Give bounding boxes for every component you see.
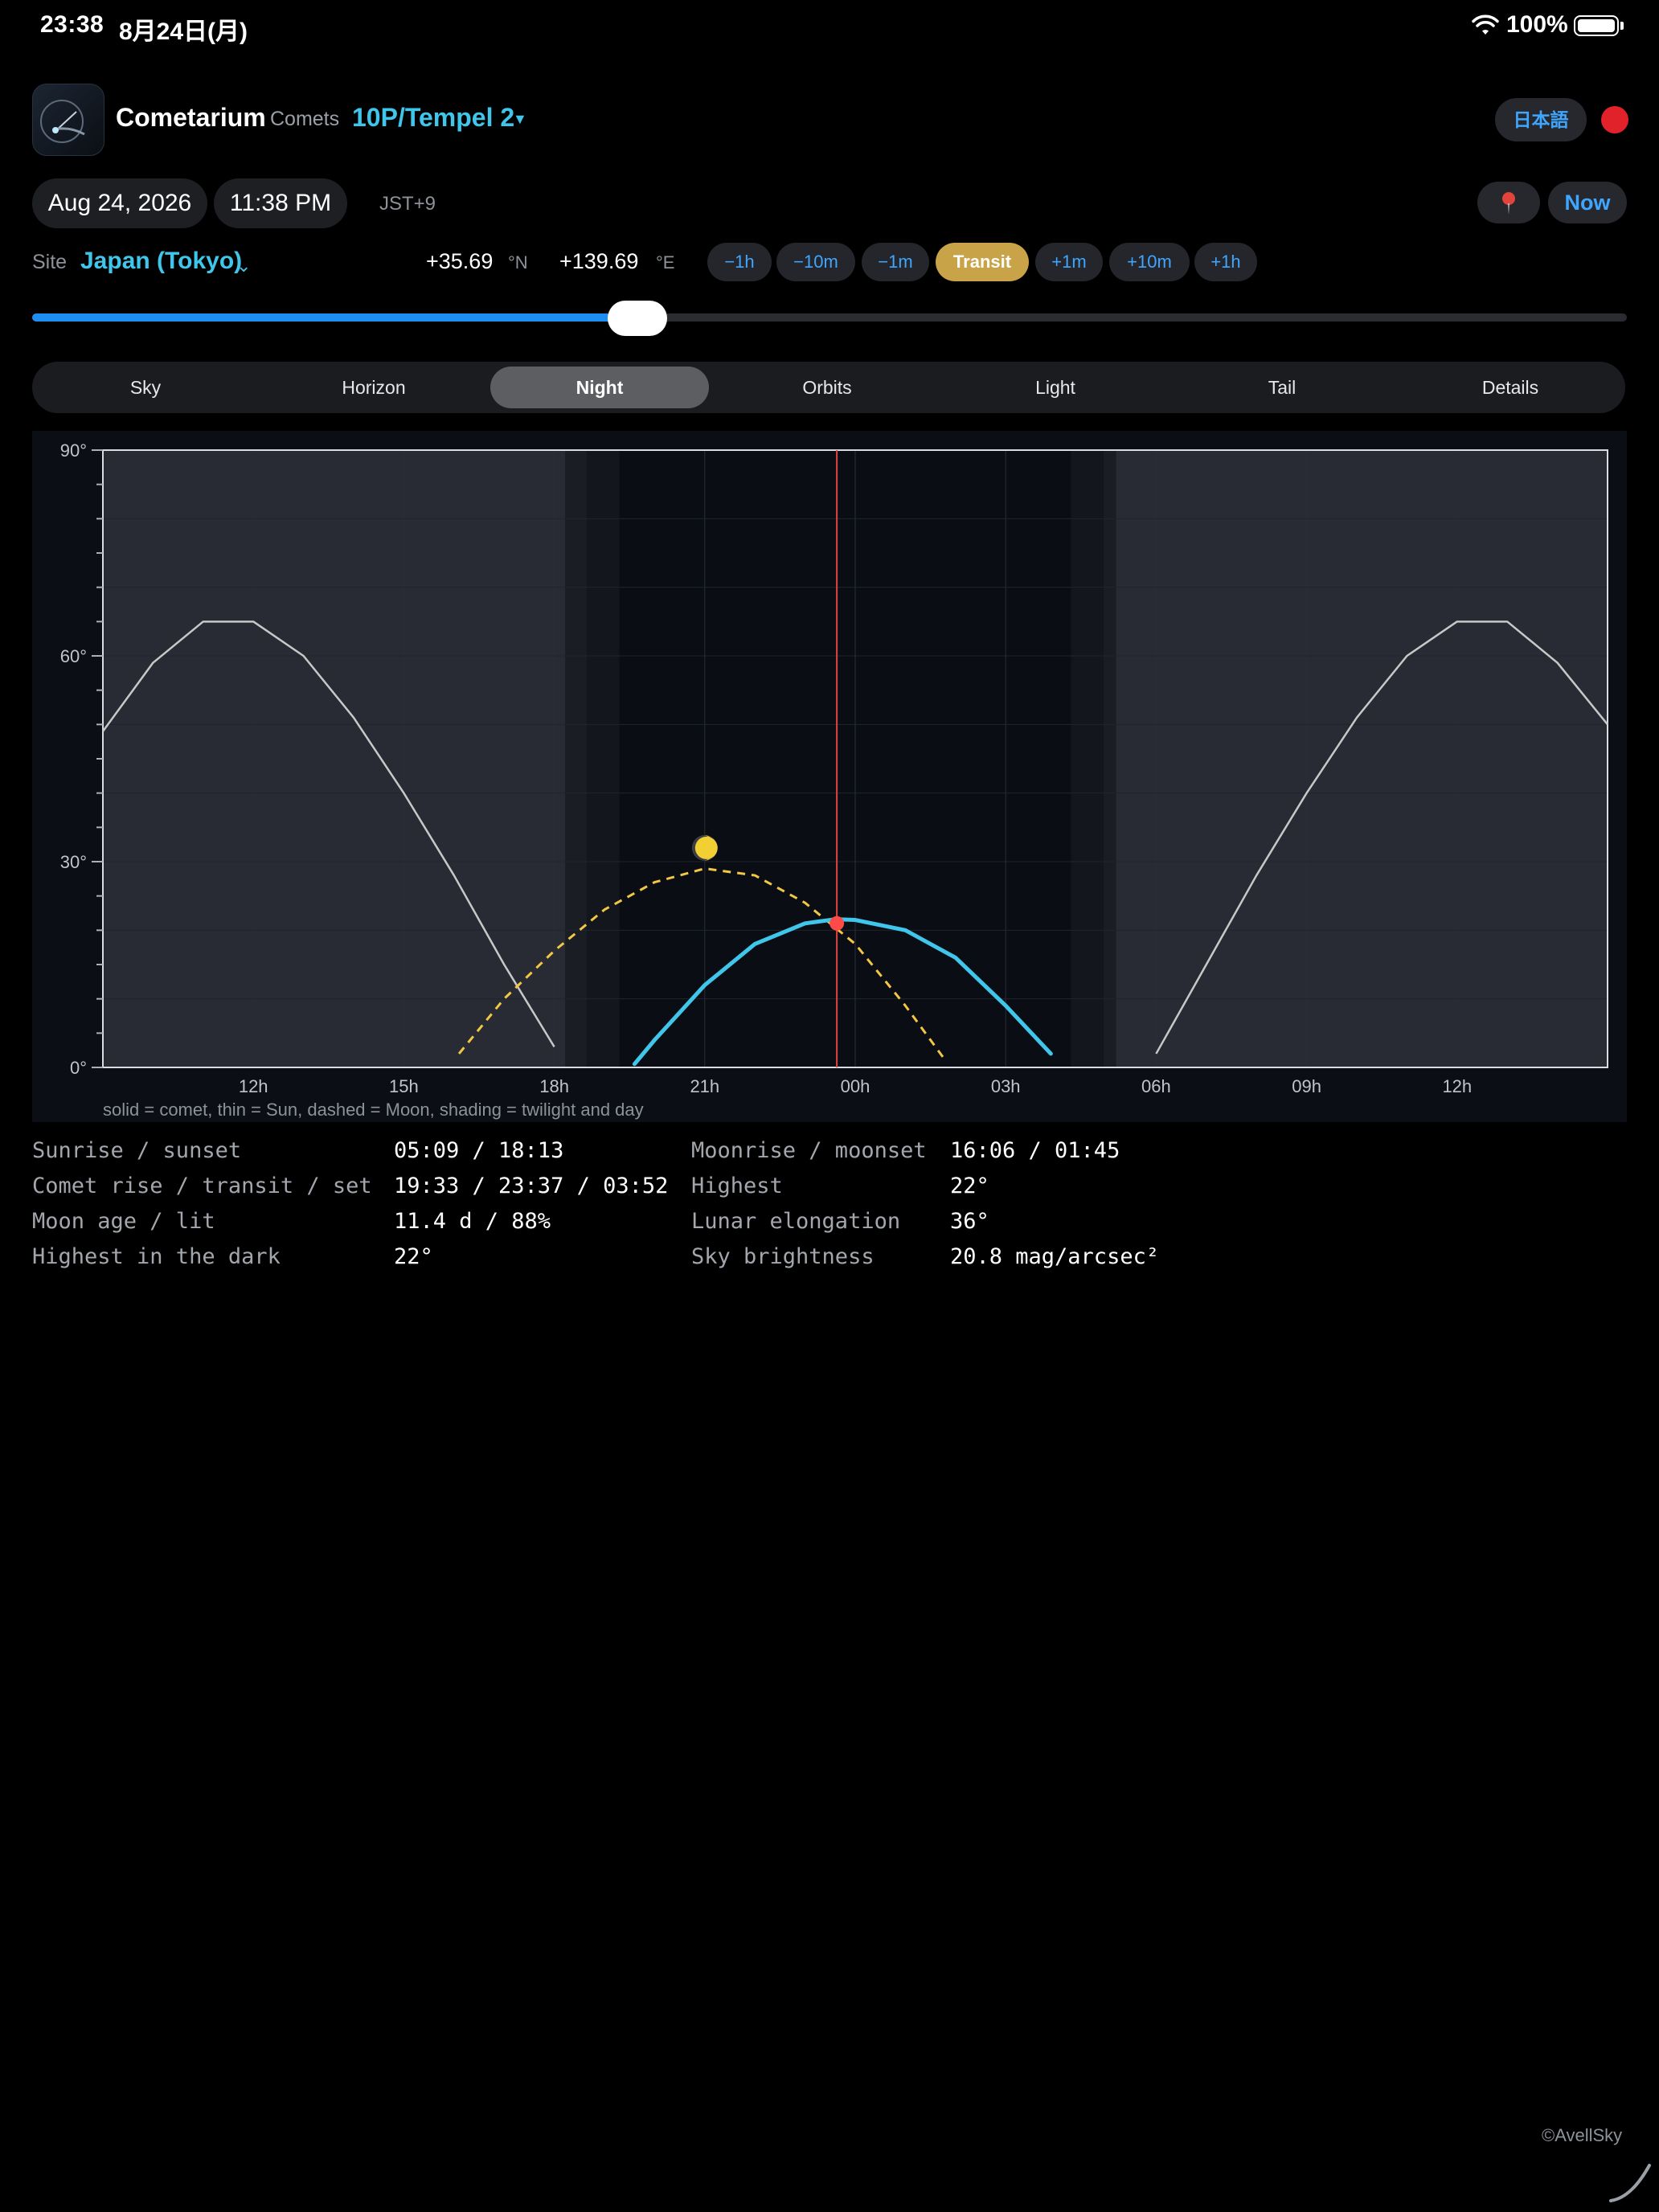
day-shade [103, 450, 566, 1067]
y-tick-label: 30° [60, 852, 87, 872]
nautical-twilight-shade [587, 450, 620, 1067]
highest-dark-value: 22° [394, 1244, 433, 1269]
x-tick-label: 06h [1141, 1076, 1171, 1096]
civil-twilight-shade [565, 450, 588, 1067]
moonrise-moonset-label: Moonrise / moonset [691, 1138, 927, 1163]
day-shade [1116, 450, 1608, 1067]
x-tick-label: 00h [841, 1076, 870, 1096]
x-tick-label: 09h [1292, 1076, 1321, 1096]
x-tick-label: 21h [690, 1076, 719, 1096]
night-altitude-chart[interactable]: 0° 30° 60° 90° 12h 15h 18h 21h 00h 03h 06h 09h 12h [0, 0, 1659, 1125]
x-tick-label: 03h [991, 1076, 1021, 1096]
moonrise-moonset-value: 16:06 / 01:45 [950, 1138, 1120, 1163]
sky-brightness-value: 20.8 mag/arcsec² [950, 1244, 1160, 1269]
moon-icon-lit [694, 836, 718, 859]
y-tick-label: 0° [70, 1058, 87, 1078]
lunar-elongation-label: Lunar elongation [691, 1209, 901, 1234]
y-tick-label: 90° [60, 440, 87, 461]
y-tick-label: 60° [60, 646, 87, 666]
highest-label: Highest [691, 1174, 783, 1198]
x-tick-label: 12h [1442, 1076, 1472, 1096]
sky-brightness-label: Sky brightness [691, 1244, 875, 1269]
credit-label: ©AvellSky [1542, 2125, 1623, 2145]
comet-rise-transit-set-label: Comet rise / transit / set [32, 1174, 372, 1198]
chart-caption: solid = comet, thin = Sun, dashed = Moon… [103, 1100, 644, 1120]
x-tick-label: 15h [389, 1076, 419, 1096]
highest-value: 22° [950, 1174, 989, 1198]
highest-dark-label: Highest in the dark [32, 1244, 281, 1269]
nautical-twilight-shade [1071, 450, 1104, 1067]
sunrise-sunset-label: Sunrise / sunset [32, 1138, 242, 1163]
lunar-elongation-value: 36° [950, 1209, 989, 1234]
night-shade [619, 450, 1071, 1067]
sunrise-sunset-value: 05:09 / 18:13 [394, 1138, 564, 1163]
comet-rise-transit-set-value: 19:33 / 23:37 / 03:52 [394, 1174, 669, 1198]
corner-swoosh-icon [1609, 2164, 1651, 2202]
x-tick-label: 18h [539, 1076, 569, 1096]
civil-twilight-shade [1103, 450, 1116, 1067]
moon-age-lit-value: 11.4 d / 88% [394, 1209, 551, 1234]
current-comet-position [830, 916, 845, 931]
moon-age-lit-label: Moon age / lit [32, 1209, 215, 1234]
x-tick-label: 12h [239, 1076, 268, 1096]
